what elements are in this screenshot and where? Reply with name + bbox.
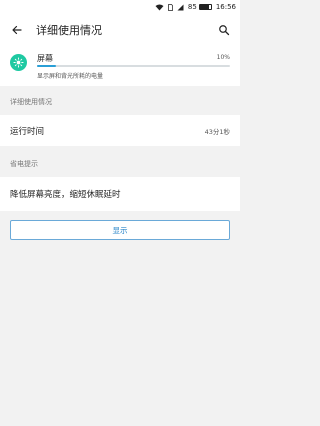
run-time-value: 43分1秒 — [204, 127, 230, 136]
sim-card-icon — [168, 3, 173, 11]
usage-bar-fill — [37, 65, 57, 67]
run-time-label: 运行时间 — [10, 126, 45, 137]
power-tip-row: 降低屏幕亮度，缩短休眠延时 — [0, 177, 240, 211]
clock-time: 16:56 — [215, 3, 236, 11]
battery-level-text: 85 — [187, 3, 197, 11]
display-button[interactable]: 显示 — [10, 220, 230, 240]
battery-fill — [199, 5, 210, 9]
screen-icon — [10, 54, 27, 71]
wifi-icon — [155, 4, 164, 10]
search-icon — [219, 25, 230, 36]
back-arrow-icon — [12, 25, 22, 35]
back-button[interactable] — [0, 14, 34, 46]
page-title: 详细使用情况 — [36, 24, 102, 37]
battery-icon — [198, 4, 212, 10]
app-header: 详细使用情况 — [0, 14, 240, 46]
run-time-row: 运行时间 43分1秒 — [0, 115, 240, 146]
search-button[interactable] — [214, 20, 234, 40]
power-tip-text: 降低屏幕亮度，缩短休眠延时 — [10, 190, 121, 200]
tips-section-label: 省电提示 — [10, 160, 38, 168]
usage-bar-track — [37, 65, 230, 67]
usage-description: 显示屏和背光所耗的电量 — [37, 73, 104, 80]
usage-item-name: 屏幕 — [37, 54, 53, 63]
usage-percent: 10% — [216, 54, 230, 61]
status-bar: 85 16:56 — [0, 0, 240, 14]
signal-icon — [177, 4, 184, 10]
battery-indicator: 85 — [188, 3, 212, 11]
details-section-label: 详细使用情况 — [10, 98, 52, 106]
screen-usage-card: 屏幕 10% 显示屏和背光所耗的电量 — [0, 46, 240, 86]
